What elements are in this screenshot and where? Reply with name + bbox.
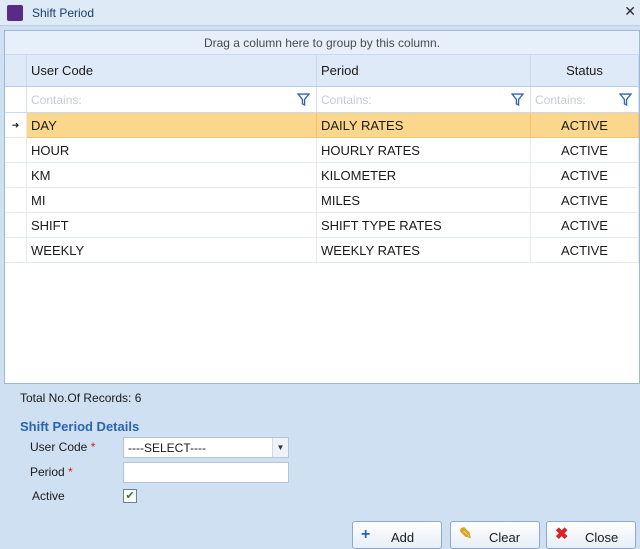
filter-icon[interactable] — [619, 93, 632, 106]
filter-period[interactable]: Contains: — [317, 87, 531, 113]
filter-icon[interactable] — [511, 93, 524, 106]
column-header-user-code[interactable]: User Code — [27, 55, 317, 87]
cell-user-code: HOUR — [27, 138, 317, 163]
cell-user-code: MI — [27, 188, 317, 213]
active-label: Active — [32, 489, 65, 503]
total-records: Total No.Of Records: 6 — [20, 391, 142, 405]
plus-icon: + — [361, 526, 371, 543]
user-code-label: User Code * — [30, 440, 96, 454]
cell-user-code: WEEKLY — [27, 238, 317, 263]
cell-user-code: KM — [27, 163, 317, 188]
required-marker: * — [68, 465, 73, 479]
cell-period: WEEKLY RATES — [317, 238, 531, 263]
cell-status: ACTIVE — [531, 113, 639, 138]
add-button[interactable]: + Add — [352, 521, 442, 549]
cell-status: ACTIVE — [531, 213, 639, 238]
close-button[interactable]: ✖ Close — [546, 521, 636, 549]
column-header-status[interactable]: Status — [531, 55, 639, 87]
filter-placeholder: Contains: — [31, 93, 82, 107]
table-row[interactable]: SHIFT SHIFT TYPE RATES ACTIVE — [5, 213, 639, 238]
clear-button[interactable]: ✎ Clear — [450, 521, 540, 549]
close-x-icon: ✖ — [555, 526, 569, 543]
table-row[interactable]: HOUR HOURLY RATES ACTIVE — [5, 138, 639, 163]
user-code-select-value: ----SELECT---- — [128, 441, 206, 455]
cell-user-code: SHIFT — [27, 213, 317, 238]
column-header-period[interactable]: Period — [317, 55, 531, 87]
table-row[interactable]: MI MILES ACTIVE — [5, 188, 639, 213]
cell-period: SHIFT TYPE RATES — [317, 213, 531, 238]
cell-status: ACTIVE — [531, 238, 639, 263]
active-checkbox[interactable]: ✔ — [123, 489, 137, 503]
cell-status: ACTIVE — [531, 163, 639, 188]
chevron-down-icon[interactable]: ▼ — [272, 438, 288, 457]
cell-status: ACTIVE — [531, 188, 639, 213]
cell-period: HOURLY RATES — [317, 138, 531, 163]
row-indicator-header — [5, 55, 27, 87]
table-row[interactable]: ➜ DAY DAILY RATES ACTIVE — [5, 113, 639, 138]
row-indicator — [5, 188, 27, 213]
title-bar: Shift Period ✕ — [0, 0, 640, 26]
filter-placeholder: Contains: — [535, 93, 586, 107]
filter-indicator — [5, 87, 27, 113]
period-field[interactable] — [123, 462, 289, 483]
shift-period-grid: Drag a column here to group by this colu… — [4, 30, 640, 384]
window-title: Shift Period — [32, 6, 95, 20]
cell-period: KILOMETER — [317, 163, 531, 188]
broom-icon: ✎ — [459, 526, 473, 543]
required-marker: * — [90, 440, 96, 454]
period-label: Period * — [30, 465, 73, 479]
user-code-select[interactable]: ----SELECT---- ▼ — [123, 437, 289, 458]
filter-placeholder: Contains: — [321, 93, 372, 107]
row-indicator — [5, 213, 27, 238]
cell-period: DAILY RATES — [317, 113, 531, 138]
row-indicator — [5, 163, 27, 188]
row-indicator — [5, 138, 27, 163]
current-row-indicator-icon: ➜ — [5, 113, 27, 138]
group-by-hint: Drag a column here to group by this colu… — [203, 36, 441, 50]
cell-status: ACTIVE — [531, 138, 639, 163]
close-icon[interactable]: ✕ — [624, 3, 636, 20]
group-by-panel[interactable]: Drag a column here to group by this colu… — [5, 31, 639, 55]
row-indicator — [5, 238, 27, 263]
filter-status[interactable]: Contains: — [531, 87, 639, 113]
section-title: Shift Period Details — [20, 419, 140, 434]
table-row[interactable]: KM KILOMETER ACTIVE — [5, 163, 639, 188]
filter-user-code[interactable]: Contains: — [27, 87, 317, 113]
cell-user-code: DAY — [27, 113, 317, 138]
app-icon — [7, 5, 23, 21]
cell-period: MILES — [317, 188, 531, 213]
table-row[interactable]: WEEKLY WEEKLY RATES ACTIVE — [5, 238, 639, 263]
filter-icon[interactable] — [297, 93, 310, 106]
